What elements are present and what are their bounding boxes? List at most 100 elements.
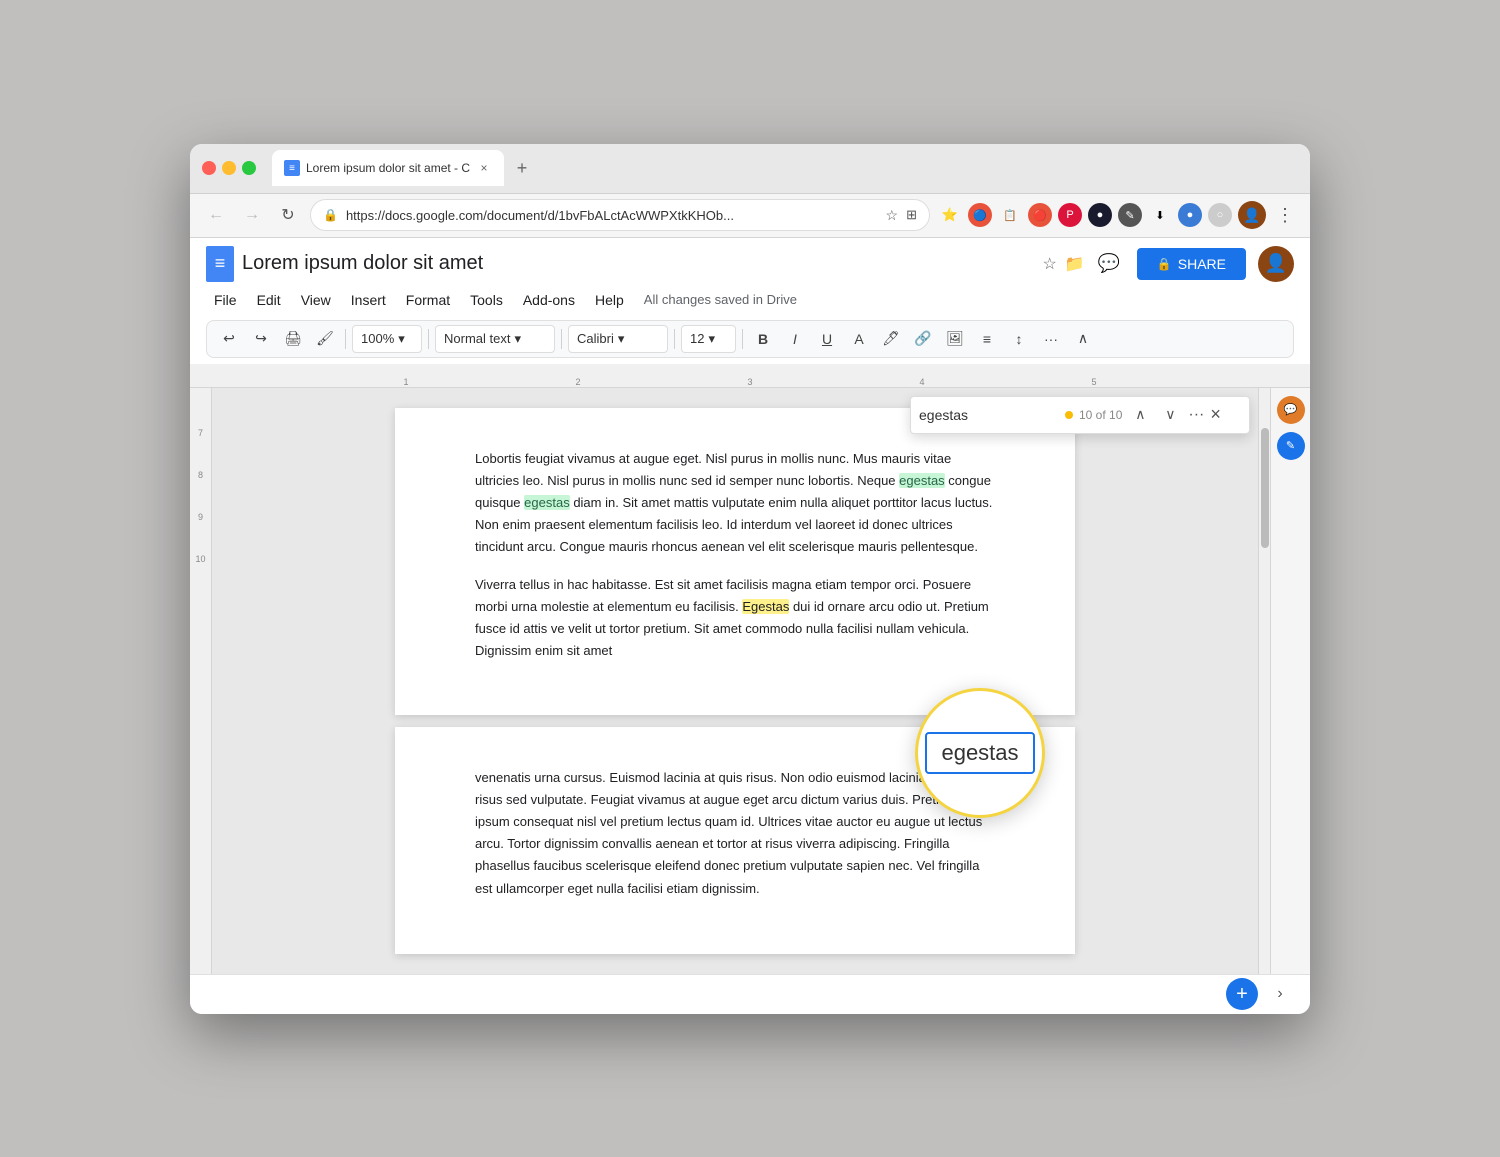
ext-icon-3[interactable]: 📋 bbox=[998, 203, 1022, 227]
zoomed-word-circle: egestas bbox=[915, 688, 1045, 818]
italic-button[interactable]: I bbox=[781, 325, 809, 353]
zoom-value: 100% bbox=[361, 331, 394, 346]
add-page-button[interactable]: + bbox=[1226, 978, 1258, 1010]
ext-icon-4[interactable]: 🔴 bbox=[1028, 203, 1052, 227]
docs-app-icon: ≡ bbox=[206, 246, 234, 282]
comments-button[interactable]: 💬 bbox=[1093, 248, 1125, 280]
menu-file[interactable]: File bbox=[206, 288, 245, 312]
menu-edit[interactable]: Edit bbox=[249, 288, 289, 312]
docs-title-row: ≡ Lorem ipsum dolor sit amet ☆ 📁 💬 🔒 SHA… bbox=[206, 246, 1294, 282]
find-next-button[interactable]: ∨ bbox=[1158, 403, 1182, 427]
ext-icon-5[interactable]: P bbox=[1058, 203, 1082, 227]
docs-menu-row: File Edit View Insert Format Tools Add-o… bbox=[206, 286, 1294, 314]
share-label: SHARE bbox=[1178, 256, 1226, 272]
collapse-button[interactable]: ∧ bbox=[1069, 325, 1097, 353]
formatting-toolbar: ↩ ↪ 🖨 🖌 100% ▾ Normal text ▾ Calibri ▾ 1… bbox=[206, 320, 1294, 358]
underline-button[interactable]: U bbox=[813, 325, 841, 353]
style-select[interactable]: Normal text ▾ bbox=[435, 325, 555, 353]
main-area: 7 8 9 10 10 of 10 ∧ ∨ ··· × Lobortis fe bbox=[190, 388, 1310, 974]
ext-icon-1[interactable]: ⭐ bbox=[938, 203, 962, 227]
ext-icon-6[interactable]: ● bbox=[1088, 203, 1112, 227]
text-color-button[interactable]: A bbox=[845, 325, 873, 353]
back-button[interactable]: ← bbox=[202, 201, 230, 229]
ruler-mark-5: 5 bbox=[1008, 377, 1180, 387]
insert-image-button[interactable]: 🖼 bbox=[941, 325, 969, 353]
scrollbar[interactable] bbox=[1258, 388, 1270, 974]
right-sidebar: 💬 ✎ bbox=[1270, 388, 1310, 974]
print-button[interactable]: 🖨 bbox=[279, 325, 307, 353]
sidebar-chat-icon[interactable]: 💬 bbox=[1277, 396, 1305, 424]
style-value: Normal text bbox=[444, 331, 510, 346]
next-page-button[interactable]: › bbox=[1266, 980, 1294, 1008]
close-window-button[interactable] bbox=[202, 161, 216, 175]
find-more-options-button[interactable]: ··· bbox=[1188, 406, 1204, 424]
page-1-text: Lobortis feugiat vivamus at augue eget. … bbox=[475, 448, 995, 663]
redo-button[interactable]: ↪ bbox=[247, 325, 275, 353]
paint-format-button[interactable]: 🖌 bbox=[311, 325, 339, 353]
share-button[interactable]: 🔒 SHARE bbox=[1137, 248, 1246, 280]
find-close-button[interactable]: × bbox=[1210, 404, 1221, 425]
scrollbar-thumb[interactable] bbox=[1261, 428, 1269, 548]
apps-icon: ⊞ bbox=[906, 207, 917, 223]
browser-menu-button[interactable]: ⋮ bbox=[1272, 205, 1298, 226]
ruler-mark-3: 3 bbox=[664, 377, 836, 387]
menu-format[interactable]: Format bbox=[398, 288, 458, 312]
menu-addons[interactable]: Add-ons bbox=[515, 288, 583, 312]
ext-icon-2[interactable]: 🔵 bbox=[968, 203, 992, 227]
ruler-mark-4: 4 bbox=[836, 377, 1008, 387]
traffic-lights bbox=[202, 161, 256, 175]
star-icon[interactable]: ☆ bbox=[1043, 254, 1057, 274]
undo-button[interactable]: ↩ bbox=[215, 325, 243, 353]
menu-help[interactable]: Help bbox=[587, 288, 632, 312]
line-spacing-button[interactable]: ↕ bbox=[1005, 325, 1033, 353]
ext-icon-8[interactable]: ⬇ bbox=[1148, 203, 1172, 227]
document-page-1: Lobortis feugiat vivamus at augue eget. … bbox=[395, 408, 1075, 716]
font-dropdown-icon: ▾ bbox=[618, 331, 625, 347]
font-size-value: 12 bbox=[690, 331, 704, 346]
menu-view[interactable]: View bbox=[293, 288, 339, 312]
minimize-window-button[interactable] bbox=[222, 161, 236, 175]
url-bar[interactable]: 🔒 https://docs.google.com/document/d/1bv… bbox=[310, 199, 930, 231]
menu-insert[interactable]: Insert bbox=[343, 288, 394, 312]
new-tab-button[interactable]: + bbox=[508, 154, 536, 182]
fullscreen-window-button[interactable] bbox=[242, 161, 256, 175]
style-dropdown-icon: ▾ bbox=[514, 331, 521, 347]
share-lock-icon: 🔒 bbox=[1157, 257, 1172, 271]
find-prev-button[interactable]: ∧ bbox=[1128, 403, 1152, 427]
user-avatar[interactable]: 👤 bbox=[1258, 246, 1294, 282]
forward-button[interactable]: → bbox=[238, 201, 266, 229]
bookmark-star-icon[interactable]: ☆ bbox=[886, 207, 899, 224]
highlight-button[interactable]: 🖊 bbox=[877, 325, 905, 353]
reload-button[interactable]: ↻ bbox=[274, 201, 302, 229]
ext-icon-7[interactable]: ✎ bbox=[1118, 203, 1142, 227]
toolbar-divider-5 bbox=[742, 329, 743, 349]
browser-extensions: ⭐ 🔵 📋 🔴 P ● ✎ ⬇ ● ○ 👤 ⋮ bbox=[938, 201, 1298, 229]
ruler-vmark-10: 10 bbox=[195, 554, 205, 564]
align-button[interactable]: ≡ bbox=[973, 325, 1001, 353]
toolbar-divider-3 bbox=[561, 329, 562, 349]
find-search-input[interactable] bbox=[919, 407, 1059, 423]
find-replace-bar: 10 of 10 ∧ ∨ ··· × bbox=[910, 396, 1250, 434]
tab-docs-icon bbox=[284, 160, 300, 176]
ruler-mark-2: 2 bbox=[492, 377, 664, 387]
url-text: https://docs.google.com/document/d/1bvFb… bbox=[346, 208, 878, 223]
font-size-select[interactable]: 12 ▾ bbox=[681, 325, 736, 353]
zoomed-word: egestas bbox=[925, 732, 1034, 774]
more-button[interactable]: ··· bbox=[1037, 325, 1065, 353]
sidebar-edit-icon[interactable]: ✎ bbox=[1277, 432, 1305, 460]
find-count: 10 of 10 bbox=[1079, 408, 1122, 422]
tab-bar: Lorem ipsum dolor sit amet - C × + bbox=[272, 150, 1298, 186]
folder-icon[interactable]: 📁 bbox=[1065, 254, 1085, 274]
font-select[interactable]: Calibri ▾ bbox=[568, 325, 668, 353]
title-bar: Lorem ipsum dolor sit amet - C × + bbox=[190, 144, 1310, 194]
ext-icon-profile[interactable]: ● bbox=[1178, 203, 1202, 227]
bold-button[interactable]: B bbox=[749, 325, 777, 353]
highlight-egestas-current: Egestas bbox=[742, 599, 789, 614]
ext-icon-sync[interactable]: ○ bbox=[1208, 203, 1232, 227]
link-button[interactable]: 🔗 bbox=[909, 325, 937, 353]
active-tab[interactable]: Lorem ipsum dolor sit amet - C × bbox=[272, 150, 504, 186]
menu-tools[interactable]: Tools bbox=[462, 288, 511, 312]
zoom-select[interactable]: 100% ▾ bbox=[352, 325, 422, 353]
browser-profile-icon[interactable]: 👤 bbox=[1238, 201, 1266, 229]
tab-close-button[interactable]: × bbox=[476, 160, 492, 176]
